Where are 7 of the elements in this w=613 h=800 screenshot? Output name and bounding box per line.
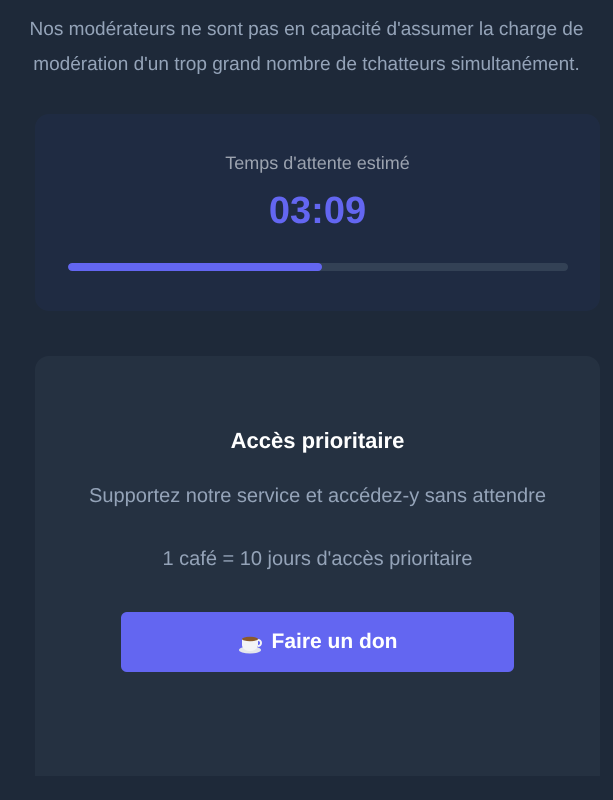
donate-button[interactable]: Faire un don: [121, 612, 514, 672]
priority-title: Accès prioritaire: [230, 427, 404, 455]
wait-label: Temps d'attente estimé: [225, 152, 410, 175]
wait-time: 03:09: [268, 189, 366, 233]
priority-description: Supportez notre service et accédez-y sans attendre: [88, 484, 547, 509]
notice-text: Nos modérateurs ne sont pas en capacité d'assumer la charge de modération d'un trop grand nombre de tchatteurs simultanément.: [28, 18, 584, 77]
priority-offer: 1 café = 10 jours d'accès prioritaire: [162, 547, 473, 572]
